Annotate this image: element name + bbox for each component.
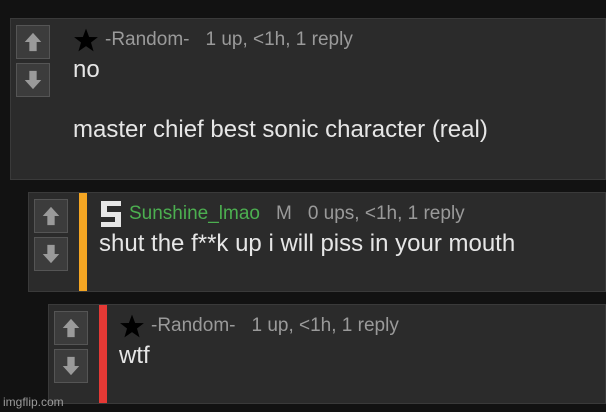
vote-column xyxy=(49,305,93,403)
downvote-button[interactable] xyxy=(16,63,50,97)
comment-1: -Random- 1 up, <1h, 1 reply no master ch… xyxy=(10,18,606,180)
comment-meta: 1 up, <1h, 1 reply xyxy=(251,315,399,336)
comment-text-line xyxy=(73,85,605,115)
reply-accent-bar xyxy=(99,305,107,403)
comment-text-line: master chief best sonic character (real) xyxy=(73,116,488,143)
reply-accent-bar xyxy=(79,193,87,291)
upvote-button[interactable] xyxy=(16,25,50,59)
comment-text-line: wtf xyxy=(119,342,150,369)
downvote-button[interactable] xyxy=(54,349,88,383)
upvote-button[interactable] xyxy=(34,199,68,233)
comment-header: -Random- 1 up, <1h, 1 reply xyxy=(73,25,605,55)
arrow-down-icon xyxy=(62,356,80,376)
comment-header: Sunshine_lmao M 0 ups, <1h, 1 reply xyxy=(99,199,605,229)
comment-text-line: shut the f**k up i will piss in your mou… xyxy=(99,230,516,257)
upvote-button[interactable] xyxy=(54,311,88,345)
comment-meta: 1 up, <1h, 1 reply xyxy=(205,29,353,50)
star-icon[interactable] xyxy=(73,27,99,53)
arrow-down-icon xyxy=(42,244,60,264)
downvote-button[interactable] xyxy=(34,237,68,271)
watermark: imgflip.com xyxy=(3,395,64,409)
username[interactable]: Sunshine_lmao xyxy=(129,203,260,225)
mod-badge: M xyxy=(275,203,292,224)
comment-header: -Random- 1 up, <1h, 1 reply xyxy=(119,311,605,341)
vote-column xyxy=(29,193,73,291)
comment-body: Sunshine_lmao M 0 ups, <1h, 1 reply shut… xyxy=(91,193,605,291)
comment-meta: 0 ups, <1h, 1 reply xyxy=(307,203,465,224)
star-icon[interactable] xyxy=(119,313,145,339)
vote-column xyxy=(11,19,55,179)
comment-body: -Random- 1 up, <1h, 1 reply wtf xyxy=(111,305,605,403)
username[interactable]: -Random- xyxy=(151,315,235,337)
comment-2: Sunshine_lmao M 0 ups, <1h, 1 reply shut… xyxy=(28,192,606,292)
arrow-down-icon xyxy=(24,70,42,90)
arrow-up-icon xyxy=(24,32,42,52)
s-logo-icon[interactable] xyxy=(99,200,123,228)
username[interactable]: -Random- xyxy=(105,29,189,51)
comment-text-line: no xyxy=(73,56,100,83)
arrow-up-icon xyxy=(42,206,60,226)
arrow-up-icon xyxy=(62,318,80,338)
comment-body: -Random- 1 up, <1h, 1 reply no master ch… xyxy=(63,19,605,179)
comment-3: -Random- 1 up, <1h, 1 reply wtf xyxy=(48,304,606,404)
